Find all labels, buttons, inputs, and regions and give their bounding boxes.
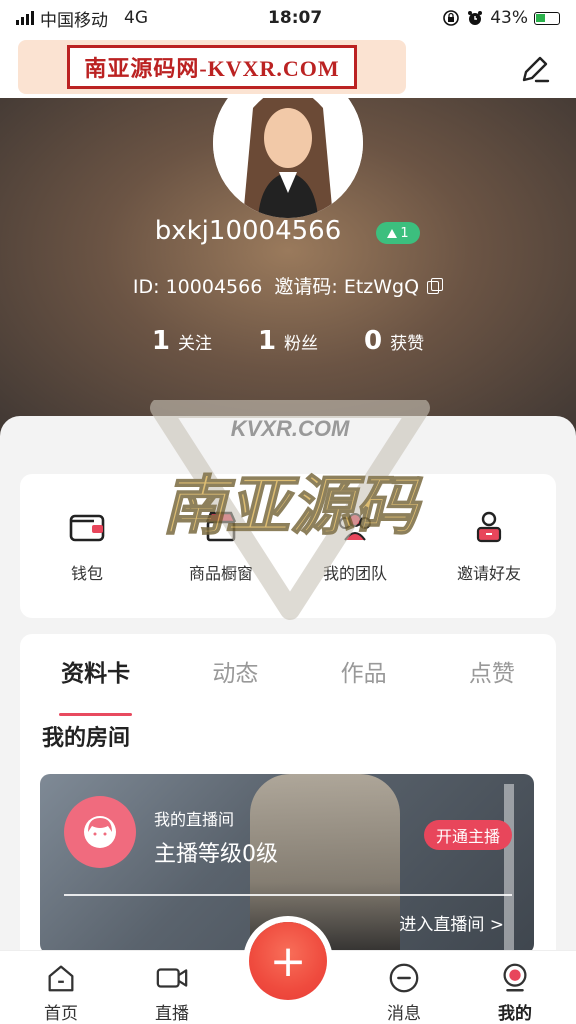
stat-num: 0 xyxy=(364,326,383,356)
team-icon xyxy=(339,513,371,541)
battery-percent: 43% xyxy=(490,8,528,28)
stat-likes[interactable]: 0 获赞 xyxy=(364,326,424,356)
tabbar-label: 首页 xyxy=(44,1004,78,1024)
edit-profile-icon[interactable] xyxy=(516,50,554,88)
quick-label: 邀请好友 xyxy=(456,564,521,583)
open-anchor-button[interactable]: 开通主播 xyxy=(423,820,512,850)
section-title: 我的房间 xyxy=(42,726,131,751)
plus-icon: + xyxy=(269,935,307,987)
room-divider xyxy=(64,894,512,896)
stat-num: 1 xyxy=(151,326,170,356)
id-and-invite-code: ID: 10004566 邀请码: EtzWgQ xyxy=(132,276,420,298)
shop-icon xyxy=(205,511,237,542)
invite-icon xyxy=(476,511,502,543)
tab-likes[interactable]: 点赞 xyxy=(461,654,523,702)
carrier: 中国移动 xyxy=(40,10,108,31)
signal-icon xyxy=(16,11,34,25)
id-row: ID: 10004566 邀请码: EtzWgQ xyxy=(0,272,576,299)
level-badge: 1 xyxy=(376,222,420,244)
avatar-illustration xyxy=(213,98,363,218)
header-row: 南亚源码网-KVXR.COM xyxy=(0,36,576,98)
stat-following[interactable]: 1 关注 xyxy=(152,326,212,356)
tabbar-me[interactable]: 我的 xyxy=(480,951,550,1024)
status-left: 中国移动 4G xyxy=(16,6,148,31)
quick-label: 我的团队 xyxy=(322,564,387,583)
tab-moments[interactable]: 动态 xyxy=(204,654,266,702)
tabbar-label: 直播 xyxy=(155,1004,189,1024)
stat-num: 1 xyxy=(257,326,277,356)
room-subtitle: 我的直播间 xyxy=(154,810,235,829)
home-icon xyxy=(48,965,74,992)
clock: 18:07 xyxy=(268,8,323,28)
stats-row: 1 关注 1 粉丝 0 获赞 xyxy=(0,326,576,356)
stat-followers[interactable]: 1 粉丝 xyxy=(258,326,318,356)
tab-profile-card[interactable]: 资料卡 xyxy=(53,654,138,716)
video-icon xyxy=(156,968,188,988)
profile-icon xyxy=(503,963,527,992)
room-background-rail xyxy=(504,784,514,954)
message-icon xyxy=(389,963,419,993)
level-value: 1 xyxy=(400,225,409,241)
profile-tabs: 资料卡 动态 作品 点赞 xyxy=(20,634,556,716)
create-plus-button[interactable]: + xyxy=(249,922,327,1000)
stat-label: 粉丝 xyxy=(284,334,319,354)
tabbar-home[interactable]: 首页 xyxy=(26,951,96,1024)
level-triangle-icon xyxy=(387,228,398,238)
quick-actions-card: 钱包 商品橱窗 我的团队 邀请好友 xyxy=(20,474,556,618)
tabbar-label: 我的 xyxy=(498,1004,532,1024)
tabbar-messages[interactable]: 消息 xyxy=(369,951,439,1024)
username: bxkj10004566 xyxy=(154,216,342,246)
quick-invite-friends[interactable]: 邀请好友 xyxy=(434,508,544,584)
stat-label: 获赞 xyxy=(390,334,425,354)
quick-my-team[interactable]: 我的团队 xyxy=(300,508,410,584)
rotation-lock-icon xyxy=(443,10,459,26)
avatar[interactable] xyxy=(213,98,363,218)
status-bar: 中国移动 4G 18:07 43% xyxy=(0,0,576,36)
network-type: 4G xyxy=(124,8,148,28)
tab-works[interactable]: 作品 xyxy=(333,654,395,702)
live-room-icon xyxy=(64,796,136,868)
quick-label: 商品橱窗 xyxy=(188,564,253,583)
battery-icon xyxy=(533,11,560,25)
enter-live-room-link[interactable]: 进入直播间 > xyxy=(399,910,504,935)
quick-label: 钱包 xyxy=(70,564,103,583)
content-area: 钱包 商品橱窗 我的团队 邀请好友 资料卡 动态 作品 点赞 我的房间 我的直播… xyxy=(0,416,576,994)
copy-icon[interactable] xyxy=(427,277,444,294)
alarm-icon xyxy=(468,11,483,25)
watermark-banner-text: 南亚源码网-KVXR.COM xyxy=(67,45,357,89)
status-right: 43% xyxy=(442,8,560,28)
wallet-icon xyxy=(69,514,105,542)
profile-hero: bxkj10004566 1 ID: 10004566 邀请码: EtzWgQ … xyxy=(0,98,576,438)
tabbar-live[interactable]: 直播 xyxy=(137,951,207,1024)
watermark-banner: 南亚源码网-KVXR.COM xyxy=(18,40,406,94)
stat-label: 关注 xyxy=(177,334,212,354)
tabbar-label: 消息 xyxy=(387,1004,421,1024)
anchor-level: 主播等级0级 xyxy=(154,842,278,867)
quick-wallet[interactable]: 钱包 xyxy=(32,508,142,584)
quick-shop-window[interactable]: 商品橱窗 xyxy=(166,508,276,584)
